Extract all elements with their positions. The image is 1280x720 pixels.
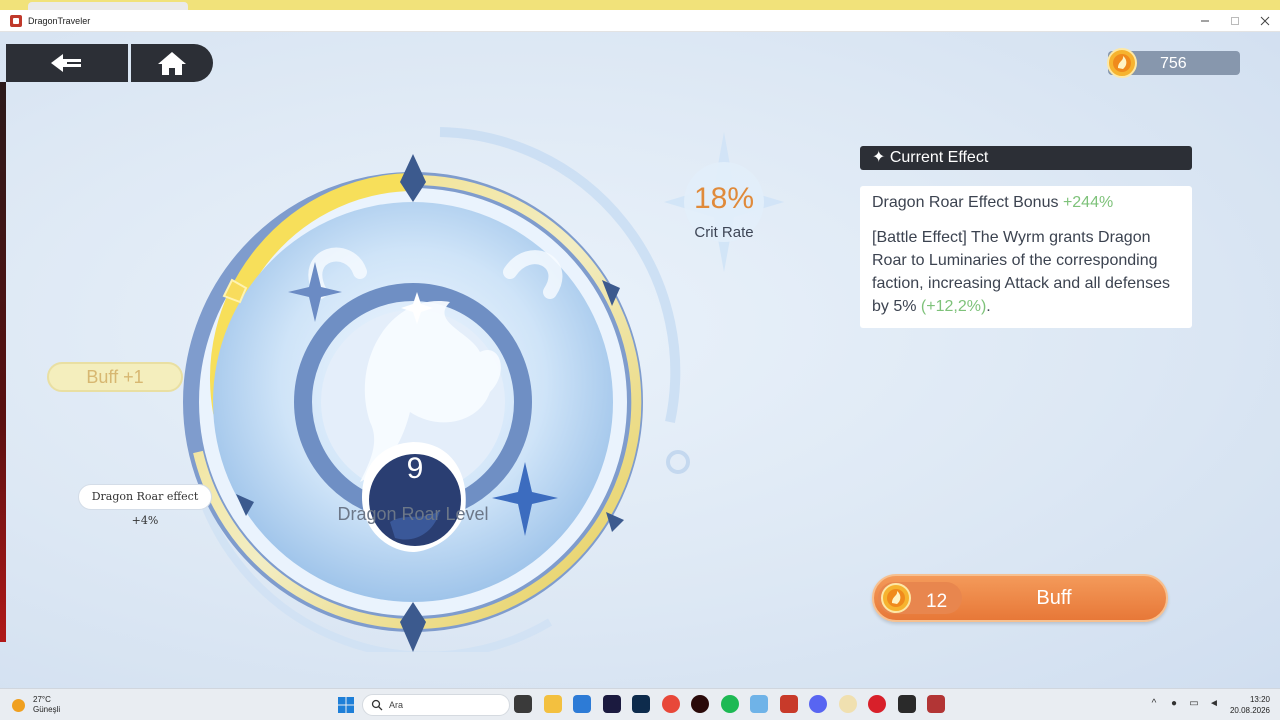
- weather-desc: Güneşli: [33, 705, 61, 714]
- effect-description-end: .: [986, 298, 991, 315]
- effect-bonus-value: +244%: [1062, 194, 1114, 211]
- windows-start-icon[interactable]: [338, 697, 354, 713]
- search-icon: [371, 699, 383, 711]
- buff-button-label: Buff: [1036, 587, 1072, 609]
- close-icon: [1260, 16, 1270, 26]
- currency-amount: 756: [1160, 55, 1187, 72]
- back-button[interactable]: [6, 44, 128, 82]
- game-viewport: 756 18% Crit Rate 9 Dragon Roar Level Bu…: [0, 32, 1280, 688]
- taskbar-apps: [514, 695, 957, 713]
- window-controls: [1190, 10, 1280, 32]
- effect-description: [Battle Effect] The Wyrm grants Dragon R…: [872, 226, 1180, 318]
- crit-rate-stat: 18% Crit Rate: [664, 132, 784, 272]
- spotify-icon[interactable]: [720, 695, 739, 713]
- task-view-icon[interactable]: [514, 695, 532, 713]
- window-titlebar: DragonTraveler: [0, 10, 1280, 32]
- dragon-level-number: 9: [406, 452, 424, 485]
- dragon-level-label: Dragon Roar Level: [337, 504, 489, 524]
- file-explorer-icon[interactable]: [543, 695, 562, 713]
- browser-tab[interactable]: [28, 2, 188, 10]
- back-arrow-icon: [51, 54, 81, 72]
- app-gallery-icon[interactable]: [838, 695, 857, 713]
- app-video-icon[interactable]: [779, 695, 798, 713]
- arc-node: [666, 450, 690, 474]
- effect-bonus-label: Dragon Roar Effect Bonus: [872, 194, 1059, 211]
- discord-icon[interactable]: [809, 695, 827, 713]
- dragon-emblem: [183, 127, 690, 652]
- maximize-button[interactable]: [1220, 10, 1250, 32]
- chrome-icon[interactable]: [661, 695, 680, 713]
- chevron-up-icon[interactable]: ^: [1148, 698, 1160, 710]
- premiere-icon[interactable]: [602, 695, 621, 713]
- crit-rate-value: 18%: [693, 182, 755, 215]
- store-icon[interactable]: [573, 695, 591, 713]
- app-riot-icon[interactable]: [868, 695, 886, 713]
- app-blue-icon[interactable]: [750, 695, 768, 713]
- microphone-icon[interactable]: ●: [1168, 698, 1180, 710]
- effect-bonus-line: Dragon Roar Effect Bonus +244%: [872, 194, 1180, 212]
- taskbar: 27°C Güneşli Ara ^ ● ▭ ◄ 13:20 20.08.202…: [0, 688, 1280, 720]
- close-button[interactable]: [1250, 10, 1280, 32]
- app-league-icon[interactable]: [897, 695, 916, 713]
- top-nav: [6, 44, 214, 82]
- clock-time: 13:20: [1249, 695, 1270, 704]
- effect-description-text: [Battle Effect] The Wyrm grants Dragon R…: [872, 229, 1170, 315]
- current-effect-header: ✦ Current Effect: [860, 146, 1192, 170]
- search-placeholder: Ara: [389, 700, 404, 710]
- minimize-button[interactable]: [1190, 10, 1220, 32]
- currency-display: 756: [1107, 48, 1240, 78]
- window-title: DragonTraveler: [28, 15, 91, 26]
- network-icon[interactable]: ▭: [1188, 698, 1200, 710]
- background-window-edge: [0, 82, 6, 642]
- app-red-icon[interactable]: [691, 695, 709, 713]
- current-effect-card: Dragon Roar Effect Bonus +244% [Battle E…: [860, 186, 1192, 328]
- taskbar-search[interactable]: Ara: [362, 694, 510, 716]
- effect-description-extra: (+12,2%): [920, 298, 987, 315]
- weather-text: 27°C Güneşli: [33, 695, 60, 715]
- crit-rate-label: Crit Rate: [694, 224, 754, 241]
- sun-icon: [12, 698, 25, 712]
- weather-temp: 27°C: [33, 695, 51, 704]
- dragon-coin-icon: [881, 583, 911, 613]
- app-icon: [10, 14, 22, 27]
- dragontraveler-taskbar-icon[interactable]: [927, 695, 945, 713]
- dragon-coin-icon: [1107, 48, 1137, 78]
- clock-date: 20.08.2026: [1229, 706, 1270, 715]
- home-button[interactable]: [131, 44, 213, 82]
- minimize-icon: [1201, 20, 1209, 22]
- home-icon: [158, 52, 186, 75]
- taskbar-clock[interactable]: 13:20 20.08.2026: [1222, 694, 1270, 716]
- buff-increment-label: Buff +1: [47, 362, 183, 392]
- buff-cost: 12: [926, 591, 948, 612]
- browser-strip: [0, 0, 1280, 10]
- effect-tooltip: Dragon Roar effect +4%: [78, 484, 212, 527]
- maximize-icon: [1231, 17, 1239, 25]
- buff-button[interactable]: 12 Buff: [872, 574, 1168, 622]
- weather-widget[interactable]: 27°C Güneşli: [12, 695, 60, 715]
- volume-icon[interactable]: ◄: [1208, 698, 1220, 710]
- system-tray: ^ ● ▭ ◄: [1148, 698, 1228, 710]
- photoshop-icon[interactable]: [632, 695, 650, 713]
